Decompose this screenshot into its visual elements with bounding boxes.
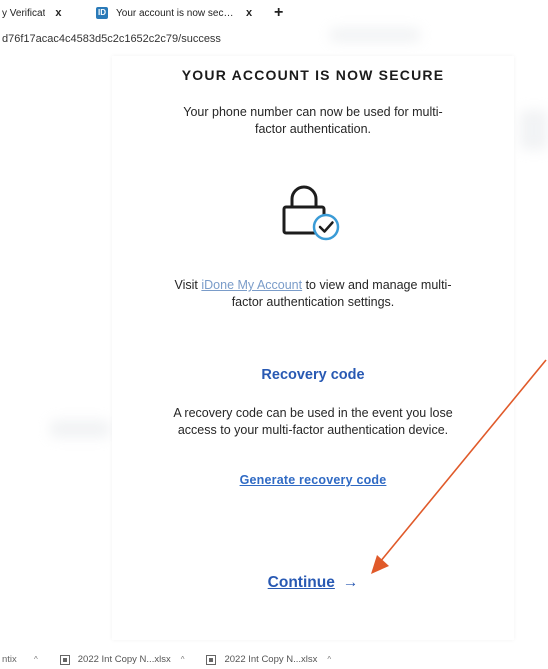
new-tab-button[interactable]: + <box>274 4 283 22</box>
chevron-up-icon[interactable]: ^ <box>181 655 185 664</box>
recovery-description: A recovery code can be used in the event… <box>173 406 453 437</box>
my-account-link[interactable]: iDone My Account <box>201 278 302 292</box>
tab-title: Your account is now secure - It <box>116 7 236 19</box>
arrow-right-icon: → <box>342 574 359 591</box>
page-title: YOUR ACCOUNT IS NOW SECURE <box>181 67 445 83</box>
chevron-up-icon[interactable]: ^ <box>34 655 38 664</box>
tab-title: y Verificat <box>2 7 46 19</box>
tab-verification[interactable]: y Verificat x <box>0 0 90 26</box>
chevron-up-icon[interactable]: ^ <box>327 655 331 664</box>
continue-label: Continue <box>267 574 335 591</box>
continue-button[interactable]: Continue → <box>112 574 514 592</box>
download-item-partial[interactable]: ntix <box>0 654 24 665</box>
download-item[interactable]: 2022 Int Copy N...xlsx <box>206 654 317 665</box>
lock-check-icon <box>282 185 340 241</box>
intro-text: Your phone number can now be used for mu… <box>183 105 443 136</box>
download-filename: 2022 Int Copy N...xlsx <box>77 654 171 665</box>
background-ghost <box>330 28 420 42</box>
site-favicon-icon: ID <box>96 7 108 19</box>
visit-account-text: Visit iDone My Account to view and manag… <box>112 277 514 311</box>
background-ghost <box>520 110 548 150</box>
tab-account-secure[interactable]: ID Your account is now secure - It x <box>90 0 268 26</box>
success-card: YOUR ACCOUNT IS NOW SECURE Your phone nu… <box>112 56 514 640</box>
excel-file-icon <box>206 654 217 665</box>
address-bar-url[interactable]: d76f17acac4c4583d5c2c1652c2c79/success <box>2 33 221 45</box>
excel-file-icon <box>59 654 70 665</box>
visit-prefix: Visit <box>174 278 202 292</box>
close-tab-icon[interactable]: x <box>55 7 61 19</box>
background-ghost <box>50 420 110 438</box>
recovery-code-heading: Recovery code <box>261 367 365 383</box>
download-filename: 2022 Int Copy N...xlsx <box>224 654 318 665</box>
browser-tab-strip: y Verificat x ID Your account is now sec… <box>0 0 548 26</box>
screenshot-page: y Verificat x ID Your account is now sec… <box>0 0 548 669</box>
generate-recovery-code-link[interactable]: Generate recovery code <box>112 473 514 487</box>
close-tab-icon[interactable]: x <box>246 7 252 19</box>
download-item[interactable]: 2022 Int Copy N...xlsx <box>59 654 171 665</box>
downloads-bar: ntix ^ 2022 Int Copy N...xlsx ^ 2022 Int… <box>0 650 548 669</box>
